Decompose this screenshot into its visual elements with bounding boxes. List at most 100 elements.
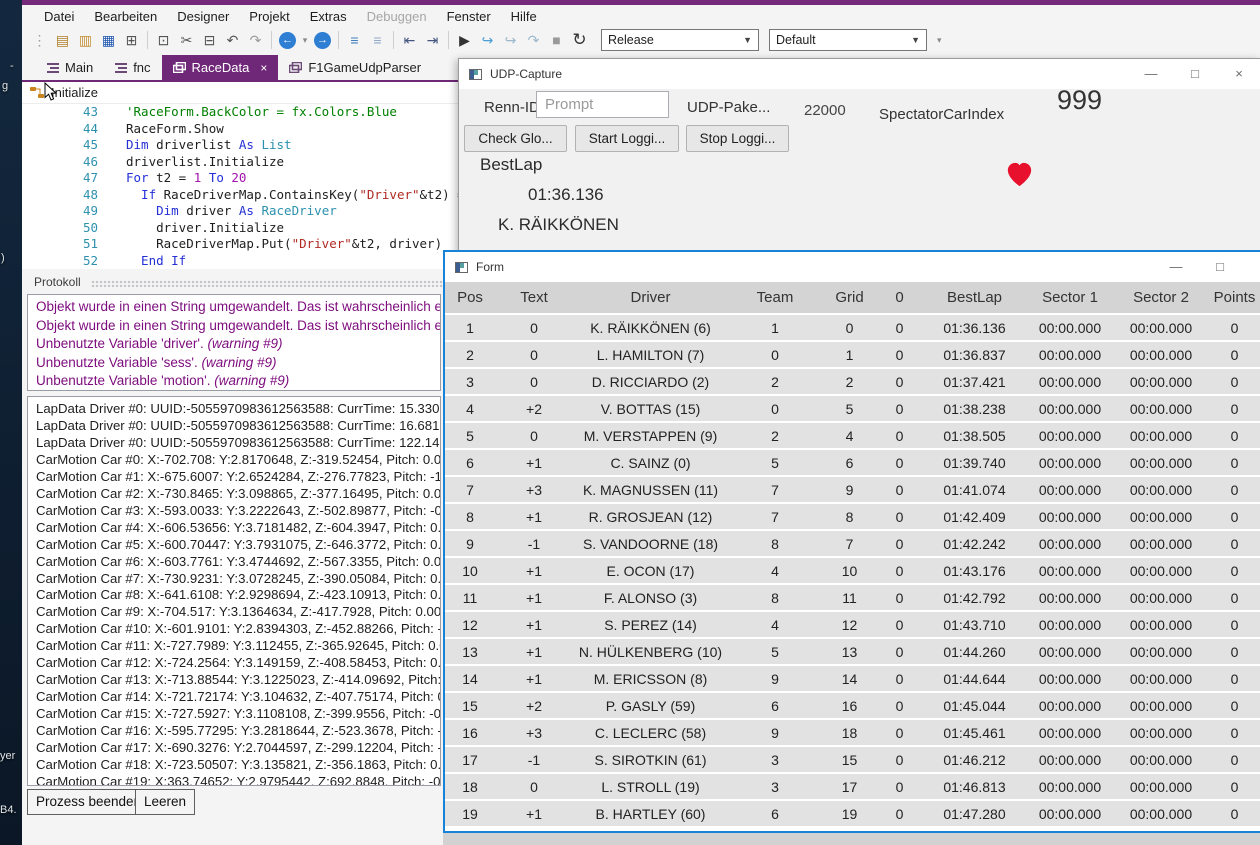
new-module-icon[interactable]: ▤ xyxy=(51,30,74,50)
build-config-combo[interactable]: Release ▼ xyxy=(601,29,759,51)
table-cell: 0 xyxy=(1230,319,1239,336)
close-button[interactable]: × xyxy=(1217,59,1260,89)
cut-icon[interactable]: ✂ xyxy=(175,30,198,50)
back-menu-icon[interactable]: ▾ xyxy=(299,30,311,50)
step-over-icon[interactable]: ↪ xyxy=(499,30,522,50)
table-row[interactable]: 8 +1 R. GROSJEAN (12) 7 8 0 01:42.409 00:00.000… xyxy=(445,504,1260,529)
table-row[interactable]: 1 0 K. RÄIKKÖNEN (6) 1 0 0 01:36.136 00:00.000 0… xyxy=(445,315,1260,340)
renn-id-input[interactable] xyxy=(536,91,669,118)
table-cell: 5 xyxy=(771,454,779,471)
table-row[interactable]: 3 0 D. RICCIARDO (2) 2 2 0 01:37.421 00:00.000 0… xyxy=(445,369,1260,394)
ui-config-combo[interactable]: Default ▼ xyxy=(769,29,927,51)
menu-extras[interactable]: Extras xyxy=(300,7,357,26)
table-row[interactable]: 7 +3 K. MAGNUSSEN (11) 7 9 0 01:41.074 00:00.00… xyxy=(445,477,1260,502)
table-cell: 0 xyxy=(895,373,904,390)
open-project-icon[interactable]: ▥ xyxy=(74,30,97,50)
table-cell: 00:00.000 xyxy=(1038,616,1102,633)
toolbar-overflow-icon[interactable]: ▾ xyxy=(937,35,942,46)
table-row[interactable]: 13 +1 N. HÜLKENBERG (10) 5 13 0 01:44.260 00:00… xyxy=(445,639,1260,664)
maximize-button[interactable]: □ xyxy=(1198,252,1242,282)
stop-icon[interactable]: ■ xyxy=(545,30,568,50)
table-row[interactable]: 9 -1 S. VANDOORNE (18) 8 7 0 01:42.242 00:00.00… xyxy=(445,531,1260,556)
minimize-button[interactable]: — xyxy=(1129,59,1173,89)
copy-icon[interactable]: ⊡ xyxy=(152,30,175,50)
column-header-team[interactable]: Team xyxy=(728,289,822,306)
redo-icon[interactable]: ↷ xyxy=(244,30,267,50)
restart-icon[interactable]: ↻ xyxy=(568,30,591,50)
tab-fnc[interactable]: fnc xyxy=(104,55,161,80)
tab-f1gameudpparser[interactable]: F1GameUdpParser xyxy=(278,55,432,80)
column-header-sector-1[interactable]: Sector 1 xyxy=(1027,289,1113,306)
column-header-0[interactable]: 0 xyxy=(877,289,922,306)
end-process-button[interactable]: Prozess beenden xyxy=(27,789,151,815)
uncomment-icon[interactable]: ≡ xyxy=(366,30,389,50)
stop-logging-button[interactable]: Stop Loggi... xyxy=(686,125,789,152)
menu-designer[interactable]: Designer xyxy=(167,7,239,26)
log-output-list[interactable]: LapData Driver #0: UUID:-505597098361256… xyxy=(27,396,441,786)
table-cell: 01:45.044 xyxy=(943,697,1006,714)
tab-racedata[interactable]: RaceData × xyxy=(161,55,279,80)
menu-projekt[interactable]: Projekt xyxy=(239,7,299,26)
undo-icon[interactable]: ↶ xyxy=(221,30,244,50)
menu-fenster[interactable]: Fenster xyxy=(437,7,501,26)
start-logging-button[interactable]: Start Loggi... xyxy=(575,125,679,152)
indent-decrease-icon[interactable]: ⇤ xyxy=(398,30,421,50)
menu-hilfe[interactable]: Hilfe xyxy=(501,7,547,26)
form-titlebar[interactable]: Form — □ xyxy=(445,252,1260,282)
tab-main[interactable]: Main xyxy=(36,55,104,80)
run-icon[interactable]: ▶ xyxy=(453,30,476,50)
indent-increase-icon[interactable]: ⇥ xyxy=(421,30,444,50)
column-header-sector-2[interactable]: Sector 2 xyxy=(1113,289,1209,306)
log-line: CarMotion Car #15: X:-727.5927: Y:3.1108… xyxy=(36,706,441,722)
minimize-button[interactable]: — xyxy=(1154,252,1198,282)
menu-debuggen[interactable]: Debuggen xyxy=(357,7,437,26)
save-icon[interactable]: ▦ xyxy=(97,30,120,50)
paste-icon[interactable]: ⊟ xyxy=(198,30,221,50)
column-header-driver[interactable]: Driver xyxy=(573,289,728,306)
table-cell: 00:00.000 xyxy=(1129,454,1193,471)
race-table-body[interactable]: 1 0 K. RÄIKKÖNEN (6) 1 0 0 01:36.136 00:00.000 0… xyxy=(445,313,1260,831)
table-row[interactable]: 12 +1 S. PEREZ (14) 4 12 0 01:43.710 00:00.000 0… xyxy=(445,612,1260,637)
table-row[interactable]: 4 +2 V. BOTTAS (15) 0 5 0 01:38.238 00:00.000 00… xyxy=(445,396,1260,421)
toolbar: ⋮ ▤ ▥ ▦ ⊞ ⊡ ✂ ⊟ ↶ ↷ ← ▾ → ≡ ≡ ⇤ ⇥ ▶ ↪ ↪ ↷ ■ ↻ Release ▼ Default ▼ ▾ xyxy=(22,27,1260,53)
grip-icon[interactable]: ⋮ xyxy=(28,30,51,50)
table-row[interactable]: 14 +1 M. ERICSSON (8) 9 14 0 01:44.644 00:00.00… xyxy=(445,666,1260,691)
navigate-back-icon[interactable]: ← xyxy=(279,31,296,49)
step-out-icon[interactable]: ↷ xyxy=(522,30,545,50)
maximize-button[interactable]: □ xyxy=(1173,59,1217,89)
table-row[interactable]: 18 0 L. STROLL (19) 3 17 0 01:46.813 00:00.000 0… xyxy=(445,774,1260,799)
table-row[interactable]: 15 +2 P. GASLY (59) 6 16 0 01:45.044 00:00.000 0… xyxy=(445,693,1260,718)
column-header-grid[interactable]: Grid xyxy=(822,289,877,306)
table-row[interactable]: 5 0 M. VERSTAPPEN (9) 2 4 0 01:38.505 00:00.000… xyxy=(445,423,1260,448)
menu-datei[interactable]: Datei xyxy=(34,7,84,26)
desktop-text-fragment: - xyxy=(10,60,14,72)
menu-bearbeiten[interactable]: Bearbeiten xyxy=(84,7,167,26)
line-number: 44 xyxy=(82,120,98,136)
comment-icon[interactable]: ≡ xyxy=(343,30,366,50)
table-row[interactable]: 11 +1 F. ALONSO (3) 8 11 0 01:42.792 00:00.000 0… xyxy=(445,585,1260,610)
check-global-button[interactable]: Check Glo... xyxy=(464,125,567,152)
navigate-forward-icon[interactable]: → xyxy=(314,31,331,49)
compiler-warnings-list[interactable]: Objekt wurde in einen String umgewandelt… xyxy=(27,294,441,391)
package-icon[interactable]: ⊞ xyxy=(120,30,143,50)
column-header-bestlap[interactable]: BestLap xyxy=(922,289,1027,306)
table-row[interactable]: 16 +3 C. LECLERC (58) 9 18 0 01:45.461 00:00.00… xyxy=(445,720,1260,745)
column-header-points[interactable]: Points xyxy=(1209,289,1260,306)
close-tab-icon[interactable]: × xyxy=(260,61,267,75)
clear-log-button[interactable]: Leeren xyxy=(135,789,196,815)
table-row[interactable]: 10 +1 E. OCON (17) 4 10 0 01:43.176 00:00.000 00… xyxy=(445,558,1260,583)
table-row[interactable]: 6 +1 C. SAINZ (0) 5 6 0 01:39.740 00:00.000 00:0… xyxy=(445,450,1260,475)
table-cell: 01:42.792 xyxy=(943,589,1006,606)
table-row[interactable]: 17 -1 S. SIROTKIN (61) 3 15 0 01:46.212 00:00.0… xyxy=(445,747,1260,772)
column-header-pos[interactable]: Pos xyxy=(445,289,495,306)
table-cell: 00:00.000 xyxy=(1129,346,1193,363)
code-editor[interactable]: 43 'RaceForm.BackColor = fx.Colors.Blue 44… xyxy=(22,104,459,269)
step-into-icon[interactable]: ↪ xyxy=(476,30,499,50)
table-cell: 01:46.212 xyxy=(943,751,1006,768)
table-cell: +3 xyxy=(526,724,542,741)
member-selector[interactable]: Initialize xyxy=(22,82,467,104)
udp-capture-titlebar[interactable]: UDP-Capture — □ × xyxy=(459,59,1260,89)
table-row[interactable]: 19 +1 B. HARTLEY (60) 6 19 0 01:47.280 00:00.00… xyxy=(445,801,1260,826)
column-header-text[interactable]: Text xyxy=(495,289,573,306)
table-row[interactable]: 2 0 L. HAMILTON (7) 0 1 0 01:36.837 00:00.000 00… xyxy=(445,342,1260,367)
